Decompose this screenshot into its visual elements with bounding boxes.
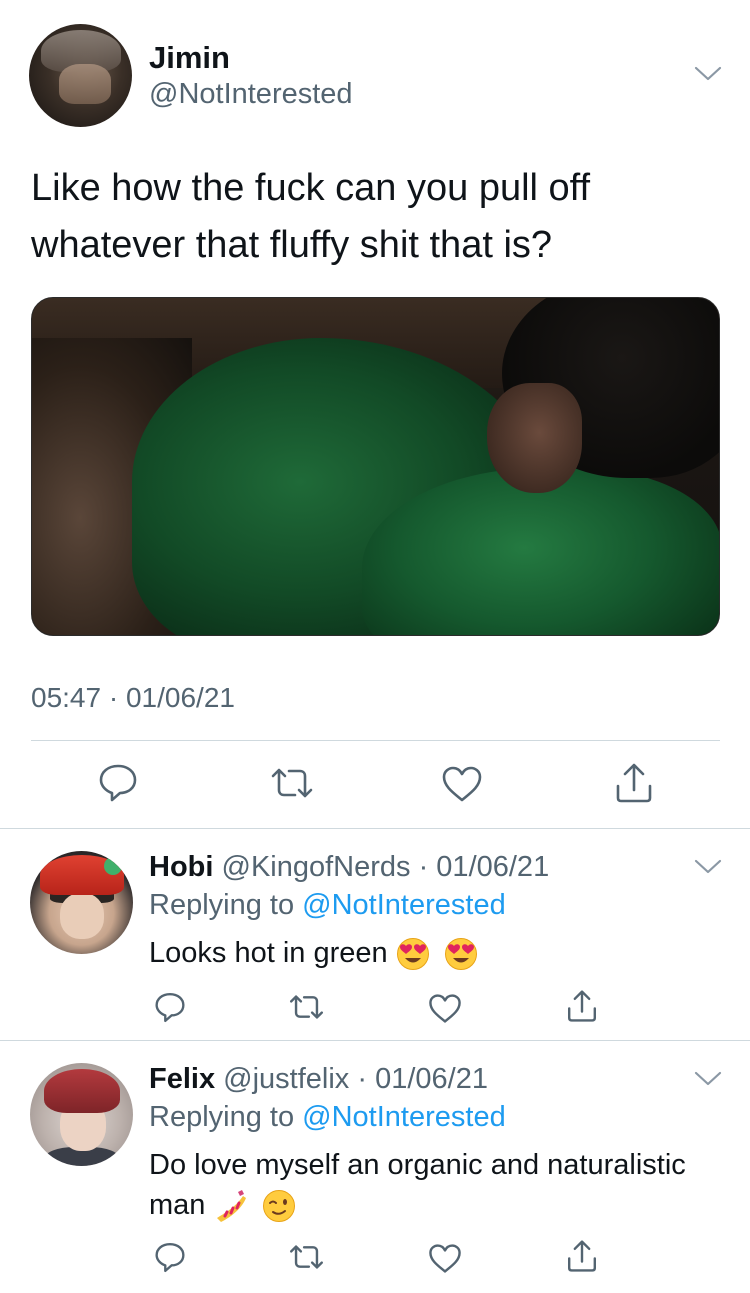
reply-header: Felix @justfelix · 01/06/21	[149, 1063, 488, 1096]
reply-tweet[interactable]: Felix @justfelix · 01/06/21 Replying to …	[0, 1041, 750, 1293]
reply-text: Do love myself an organic and naturalist…	[149, 1145, 729, 1225]
author-name[interactable]: Hobi	[149, 851, 213, 883]
author-handle[interactable]: @KingofNerds	[222, 851, 411, 883]
like-icon	[429, 1244, 461, 1273]
reply-date: · 01/06/21	[357, 1063, 488, 1095]
reply-date: · 01/06/21	[418, 851, 550, 883]
author-name[interactable]: Jimin	[149, 40, 230, 76]
reply-body: Looks hot in green	[149, 937, 388, 969]
author-handle[interactable]: @NotInterested	[149, 78, 353, 111]
share-button[interactable]	[614, 762, 654, 804]
main-tweet[interactable]: Jimin @NotInterested Like how the fuck c…	[0, 0, 750, 828]
retweet-button[interactable]	[288, 1243, 325, 1271]
tweet-text: Like how the fuck can you pull off whate…	[31, 167, 591, 266]
retweet-button[interactable]	[288, 993, 325, 1021]
reply-button[interactable]	[98, 762, 138, 804]
like-icon	[442, 766, 482, 802]
chevron-down-icon[interactable]	[694, 859, 722, 875]
replying-label: Replying to	[149, 1101, 295, 1133]
heart-eyes-emoji	[396, 938, 429, 971]
mention-link[interactable]: @NotInterested	[302, 889, 506, 921]
share-icon	[568, 990, 596, 1022]
retweet-button[interactable]	[269, 766, 315, 800]
reply-button[interactable]	[154, 1241, 186, 1274]
like-button[interactable]	[441, 765, 483, 803]
winking-face-emoji	[262, 1190, 295, 1223]
reply-button[interactable]	[154, 991, 186, 1024]
avatar[interactable]	[30, 1063, 133, 1166]
like-button[interactable]	[428, 1243, 462, 1274]
tweet-time: 05:47	[31, 682, 102, 713]
replying-to: Replying to @NotInterested	[149, 889, 506, 922]
tweet-timestamp: 05:47 · 01/06/21	[31, 682, 235, 714]
heart-eyes-emoji	[444, 938, 477, 971]
like-icon	[429, 994, 461, 1023]
replying-to: Replying to @NotInterested	[149, 1101, 506, 1134]
like-button[interactable]	[428, 993, 462, 1024]
reply-header: Hobi @KingofNerds · 01/06/21	[149, 851, 549, 884]
tweet-photo[interactable]	[31, 297, 720, 636]
avatar[interactable]	[30, 851, 133, 954]
tweet-thread: Jimin @NotInterested Like how the fuck c…	[0, 0, 750, 1293]
retweet-icon	[290, 995, 323, 1019]
meta-separator: ·	[108, 682, 119, 713]
author-name[interactable]: Felix	[149, 1063, 215, 1095]
chevron-down-icon[interactable]	[694, 1071, 722, 1087]
reply-text: Looks hot in green	[149, 933, 729, 973]
author-handle[interactable]: @justfelix	[223, 1063, 349, 1095]
retweet-icon	[271, 768, 313, 798]
chevron-down-icon[interactable]	[694, 66, 722, 82]
nail-polish-emoji	[217, 1190, 247, 1223]
share-button[interactable]	[566, 1239, 598, 1273]
avatar[interactable]	[29, 24, 132, 127]
reply-tweet[interactable]: Hobi @KingofNerds · 01/06/21 Replying to…	[0, 829, 750, 1039]
share-button[interactable]	[566, 989, 598, 1023]
share-icon	[568, 1240, 596, 1272]
retweet-icon	[290, 1245, 323, 1269]
tweet-date: 01/06/21	[125, 682, 235, 713]
share-icon	[616, 763, 652, 803]
mention-link[interactable]: @NotInterested	[302, 1101, 506, 1133]
reply-icon	[155, 992, 185, 1023]
replying-label: Replying to	[149, 889, 295, 921]
divider	[31, 740, 720, 741]
reply-icon	[99, 764, 137, 802]
reply-icon	[155, 1242, 185, 1273]
